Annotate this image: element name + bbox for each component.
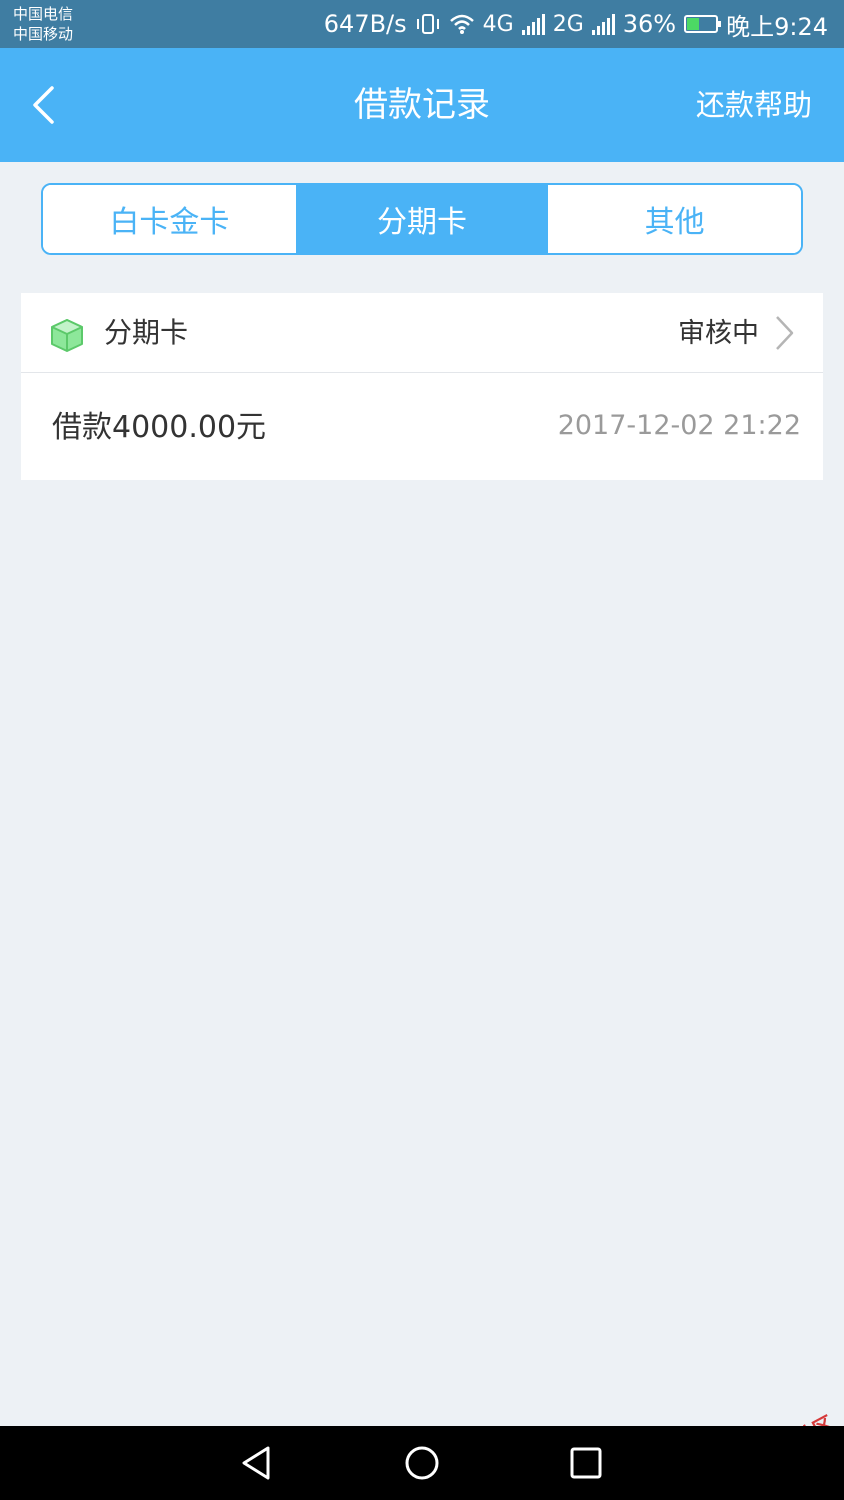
signal-1-icon xyxy=(521,13,545,35)
box-icon xyxy=(51,319,83,352)
record-header[interactable]: 分期卡 审核中 xyxy=(21,293,823,373)
back-triangle-icon[interactable] xyxy=(238,1443,278,1483)
tab-installment-card[interactable]: 分期卡 xyxy=(295,185,549,253)
status-badge: 审核中 xyxy=(678,318,759,349)
network-type-1: 4G xyxy=(482,11,514,37)
tab-white-gold-card[interactable]: 白卡金卡 xyxy=(43,185,296,253)
loan-amount: 借款4000.00元 xyxy=(52,410,267,445)
status-bar: 中国电信 中国移动 647B/s 4G 2G 36% 晚上9:24 xyxy=(0,0,844,48)
record-type-tabs: 白卡金卡 分期卡 其他 xyxy=(41,183,803,255)
repayment-help-link[interactable]: 还款帮助 xyxy=(696,85,812,125)
loan-timestamp: 2017-12-02 21:22 xyxy=(557,410,801,441)
battery-percent: 36% xyxy=(622,10,677,38)
loan-record-card[interactable]: 分期卡 审核中 借款4000.00元 2017-12-02 21:22 xyxy=(21,293,823,480)
signal-2-icon xyxy=(591,13,615,35)
system-nav-bar xyxy=(0,1426,844,1500)
home-circle-icon[interactable] xyxy=(402,1443,442,1483)
status-indicators: 647B/s 4G 2G 36% 晚上9:24 xyxy=(324,0,828,48)
carrier-2: 中国移动 xyxy=(13,25,74,43)
carrier-info: 中国电信 中国移动 xyxy=(13,4,73,44)
carrier-1: 中国电信 xyxy=(13,5,74,23)
tab-other[interactable]: 其他 xyxy=(548,185,801,253)
record-title: 分期卡 xyxy=(104,316,189,349)
battery-icon xyxy=(684,15,722,33)
clock: 晚上9:24 xyxy=(726,12,828,41)
recent-apps-square-icon[interactable] xyxy=(566,1443,606,1483)
network-type-2: 2G xyxy=(552,11,584,37)
app-header: 借款记录 还款帮助 xyxy=(0,48,844,162)
vibrate-icon xyxy=(416,14,439,34)
network-speed: 647B/s xyxy=(323,10,407,38)
wifi-icon xyxy=(449,14,474,34)
chevron-right-icon xyxy=(776,316,794,350)
